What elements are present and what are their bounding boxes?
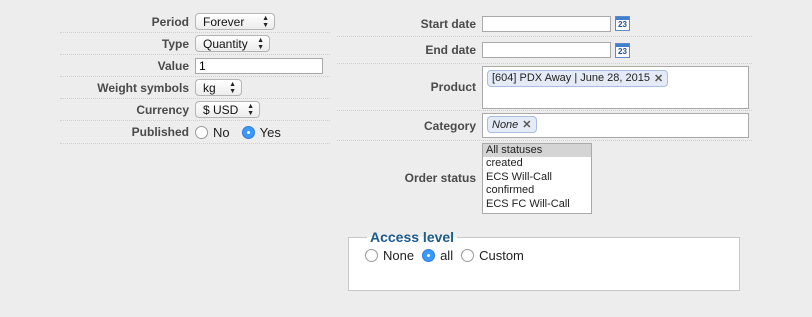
left-form: Period Forever ▲ ▼ Type Quantity ▲ ▼ Value…: [60, 11, 330, 144]
start-date-row: Start date 23: [337, 11, 752, 37]
product-chip: [604] PDX Away | June 28, 2015 ✕: [487, 69, 669, 87]
calendar-icon-day: 23: [618, 20, 627, 29]
access-custom-label: Custom: [479, 248, 524, 263]
published-no-option[interactable]: No: [195, 125, 230, 140]
select-arrows-icon: ▲ ▼: [257, 36, 264, 51]
period-row: Period Forever ▲ ▼: [60, 11, 330, 33]
currency-row: Currency $ USD ▲ ▼: [60, 99, 330, 121]
access-all-option[interactable]: all: [422, 248, 453, 263]
weight-symbols-row: Weight symbols kg ▲ ▼: [60, 77, 330, 99]
product-multiselect[interactable]: [604] PDX Away | June 28, 2015 ✕: [482, 65, 749, 109]
end-date-row: End date 23: [337, 37, 752, 64]
type-label: Type: [161, 36, 189, 51]
value-label: Value: [157, 58, 189, 73]
select-arrows-icon: ▲ ▼: [229, 80, 236, 95]
calendar-icon[interactable]: 23: [615, 42, 630, 58]
remove-chip-icon[interactable]: ✕: [522, 118, 531, 131]
end-date-label: End date: [425, 43, 476, 57]
currency-label: Currency: [136, 102, 189, 117]
published-no-label: No: [213, 124, 230, 140]
value-row: Value: [60, 55, 330, 77]
order-status-option[interactable]: All statuses: [483, 143, 591, 158]
select-arrows-icon: ▲ ▼: [262, 14, 269, 29]
weight-symbols-select-value: kg: [203, 80, 216, 95]
type-select[interactable]: Quantity ▲ ▼: [195, 35, 270, 52]
category-chip-label: None: [492, 118, 519, 131]
category-row: Category None ✕: [337, 111, 752, 141]
access-custom-option[interactable]: Custom: [461, 248, 524, 263]
calendar-icon[interactable]: 23: [615, 16, 630, 31]
value-input[interactable]: [195, 57, 323, 74]
published-label: Published: [131, 125, 189, 139]
order-status-listbox[interactable]: All statuses created ECS Will-Call confi…: [482, 142, 592, 214]
order-status-option[interactable]: ECS FC Will-Call: [483, 198, 591, 212]
published-no-radio[interactable]: [195, 125, 208, 139]
period-select-value: Forever: [203, 14, 245, 29]
access-level-fieldset: Access level None all Custom: [348, 229, 740, 291]
category-chip: None ✕: [487, 116, 537, 133]
order-status-option[interactable]: ECS Will-Call: [483, 171, 591, 185]
published-yes-option[interactable]: Yes: [241, 124, 281, 140]
access-none-radio[interactable]: [365, 249, 378, 262]
order-status-label: Order status: [404, 171, 476, 185]
access-none-option[interactable]: None: [365, 248, 414, 263]
period-select[interactable]: Forever ▲ ▼: [195, 13, 275, 30]
product-label: Product: [430, 80, 476, 94]
order-status-row: Order status All statuses created ECS Wi…: [337, 141, 752, 215]
right-form: Start date 23 End date 23 Product [604] …: [337, 11, 752, 215]
access-level-legend: Access level: [370, 229, 455, 245]
end-date-input[interactable]: [482, 42, 611, 58]
product-row: Product [604] PDX Away | June 28, 2015 ✕: [337, 64, 752, 111]
start-date-label: Start date: [420, 16, 476, 31]
access-custom-radio[interactable]: [461, 249, 475, 262]
published-yes-radio[interactable]: [241, 125, 255, 139]
remove-chip-icon[interactable]: ✕: [654, 72, 663, 85]
calendar-icon-day: 23: [618, 46, 627, 56]
category-label: Category: [423, 118, 476, 133]
order-status-option[interactable]: created: [483, 157, 591, 171]
select-arrows-icon: ▲ ▼: [247, 102, 254, 117]
access-all-radio[interactable]: [422, 249, 436, 262]
start-date-input[interactable]: [482, 15, 611, 32]
weight-symbols-label: Weight symbols: [97, 80, 189, 95]
type-select-value: Quantity: [203, 36, 248, 51]
currency-select[interactable]: $ USD ▲ ▼: [195, 101, 260, 118]
published-row: Published No Yes: [60, 121, 330, 144]
type-row: Type Quantity ▲ ▼: [60, 33, 330, 55]
category-multiselect[interactable]: None ✕: [482, 113, 749, 138]
published-yes-label: Yes: [259, 124, 281, 140]
weight-symbols-select[interactable]: kg ▲ ▼: [195, 79, 242, 96]
access-all-label: all: [440, 248, 454, 263]
access-none-label: None: [383, 248, 415, 263]
period-label: Period: [151, 14, 189, 29]
product-chip-label: [604] PDX Away | June 28, 2015: [492, 72, 650, 84]
order-status-option[interactable]: confirmed: [483, 184, 591, 198]
currency-select-value: $ USD: [203, 102, 239, 117]
